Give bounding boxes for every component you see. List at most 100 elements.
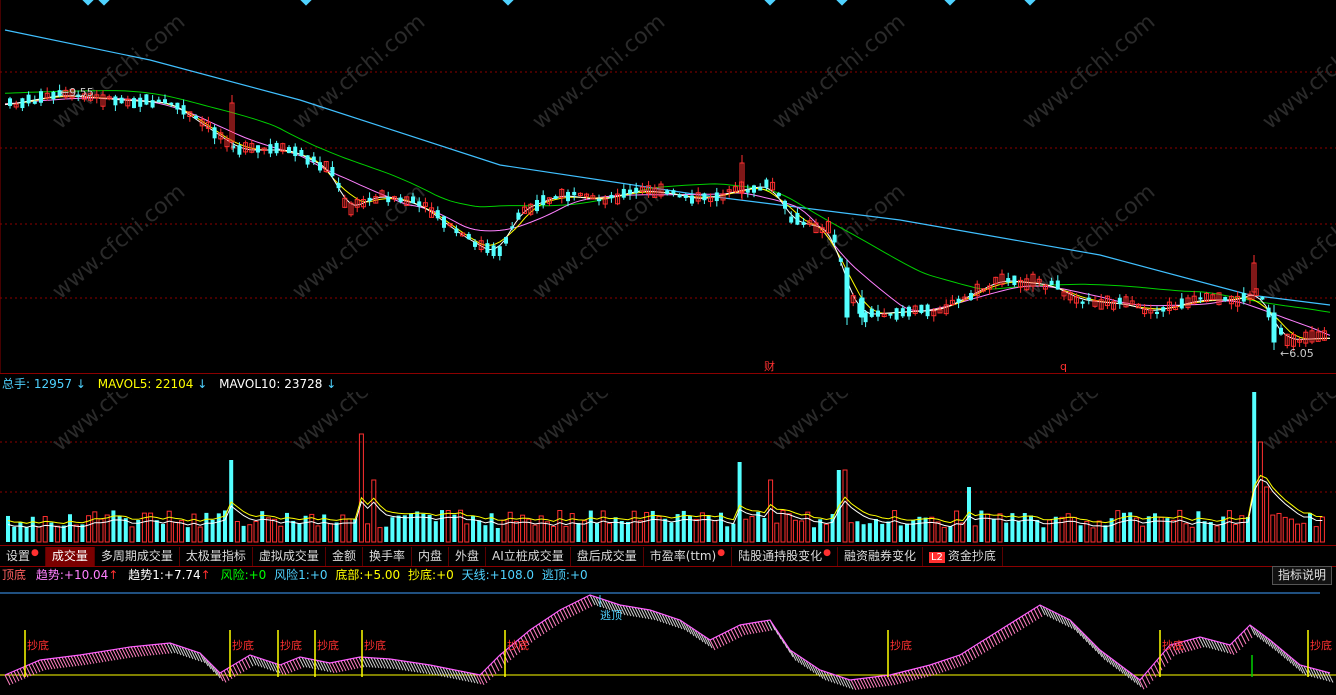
volume-bar-down (421, 513, 426, 542)
oscillator-hatch (418, 663, 425, 674)
candlestick-chart[interactable]: www.cfchi.com www.cfchi.com www.cfchi.com w… (0, 0, 1336, 373)
candle-down (293, 146, 298, 157)
volume-bar-up (1133, 517, 1139, 543)
candle-down (1080, 301, 1085, 304)
volume-bar-up (1282, 516, 1288, 543)
candle-down (956, 298, 961, 303)
tab-12[interactable]: 陆股通持股变化● (732, 546, 838, 566)
volume-bar-up (1183, 523, 1189, 543)
volume-bar-up (172, 521, 178, 543)
tab-14[interactable]: L2 资金抄底 (923, 546, 1003, 566)
tab-11[interactable]: 市盈率(ttm)● (644, 546, 733, 566)
volume-bar-up (1313, 526, 1319, 543)
candle-down (367, 197, 372, 202)
indicator-chart[interactable]: 抄底 抄底 抄底 抄底 抄底 抄底 抄底 抄底 抄底 逃顶 (0, 585, 1336, 695)
volume-bar-up (55, 525, 61, 543)
volume-bar-up (1226, 510, 1232, 543)
volume-bar-down (619, 520, 624, 542)
tab-2[interactable]: 多周期成交量 (95, 546, 180, 566)
volume-bar-down (24, 527, 29, 542)
candle-down (181, 105, 186, 115)
tab-8[interactable]: 外盘 (449, 546, 486, 566)
volume-bar-down (185, 527, 190, 542)
tab-5[interactable]: 金额 (326, 546, 363, 566)
volume-chart[interactable]: www.cfchi.com www.cfchi.com www.cfchi.com w… (0, 392, 1336, 544)
tab-4[interactable]: 虚拟成交量 (253, 546, 326, 566)
volume-bar-down (737, 462, 742, 542)
volume-bar-up (166, 510, 172, 543)
tab-10[interactable]: 盘后成交量 (571, 546, 644, 566)
tab-13[interactable]: 融资融券变化 (838, 546, 923, 566)
candle-down (1179, 298, 1184, 309)
candle-down (541, 195, 546, 206)
volume-bar-down (303, 515, 308, 542)
risk-value: +0 (248, 568, 267, 582)
candle-down (336, 182, 341, 189)
candle-down (305, 155, 310, 165)
volume-bar-up (1288, 518, 1294, 543)
buy-signal-label: 抄底 (27, 638, 49, 652)
volume-bar-down (905, 523, 909, 542)
sky-value: +108.0 (489, 568, 535, 582)
volume-bar-up (365, 523, 371, 543)
volume-bar-down (61, 525, 66, 542)
candle-down (1223, 296, 1228, 301)
volume-bar-down (154, 520, 159, 542)
oscillator-hatch (307, 658, 314, 669)
candle-down (925, 304, 930, 317)
volume-bar-down (886, 521, 891, 542)
candle-down (132, 98, 136, 109)
tab-label: 市盈率(ttm) (649, 548, 717, 563)
mavol10-value: 23728 (284, 377, 323, 391)
volume-bar-down (402, 515, 407, 542)
tab-9[interactable]: AI立桩成交量 (486, 546, 571, 566)
volume-bar-down (452, 514, 457, 542)
volume-bar-down (979, 510, 984, 542)
volume-bar-down (241, 525, 246, 542)
volume-bar-down (433, 521, 438, 542)
volume-bar-down (812, 527, 816, 542)
volume-bar-up (1233, 524, 1239, 543)
price-chart[interactable]: www.cfchi.com www.cfchi.com www.cfchi.com w… (0, 0, 1336, 374)
volume-bar-down (1208, 522, 1213, 542)
oscillator-hatch (385, 658, 392, 669)
tab-label: 设置 (6, 548, 31, 563)
arrow-up-icon: ↑ (200, 568, 211, 582)
volume-bar-down (576, 522, 581, 542)
tab-3[interactable]: 太极量指标 (180, 546, 253, 566)
oscillator-hatch (406, 661, 413, 672)
volume-bar-down (1035, 519, 1040, 542)
volume-bar-down (1004, 522, 1009, 542)
oscillator-hatch (457, 670, 464, 681)
candle-down (510, 226, 515, 229)
candle-down (566, 191, 570, 202)
tab-7[interactable]: 内盘 (412, 546, 449, 566)
candle-down (150, 100, 155, 108)
candle-down (553, 196, 558, 199)
trend-value: +10.04 (63, 568, 109, 582)
diamond-marker (82, 0, 94, 6)
candle-down (789, 216, 794, 223)
volume-bar-up (1214, 525, 1220, 543)
volume-bars[interactable]: www.cfchi.com www.cfchi.com www.cfchi.com w… (0, 392, 1336, 544)
tab-0[interactable]: 设置● (0, 546, 46, 566)
tab-6[interactable]: 换手率 (363, 546, 412, 566)
volume-bar-down (948, 526, 953, 542)
dot-icon: ● (31, 547, 39, 558)
candle-down (442, 216, 446, 228)
candle-down (330, 166, 335, 177)
candle-down (274, 142, 279, 154)
indicator-help-button[interactable]: 指标说明 (1271, 566, 1332, 585)
candle-down (497, 246, 502, 257)
oscillator-hatch (463, 671, 470, 683)
volume-bar-up (699, 512, 705, 543)
escape-signal-label: 逃顶 (600, 609, 622, 622)
tab-1[interactable]: 成交量 (45, 546, 95, 566)
watermark: www.cfchi.com (1018, 9, 1160, 134)
top-bottom-indicator[interactable]: 抄底 抄底 抄底 抄底 抄底 抄底 抄底 抄底 抄底 逃顶 (0, 585, 1336, 695)
oscillator-hatch (1147, 670, 1154, 681)
volume-bar-down (427, 514, 432, 542)
candle-down (745, 189, 750, 193)
volume-bar-down (613, 517, 618, 542)
candle-down (702, 193, 707, 201)
